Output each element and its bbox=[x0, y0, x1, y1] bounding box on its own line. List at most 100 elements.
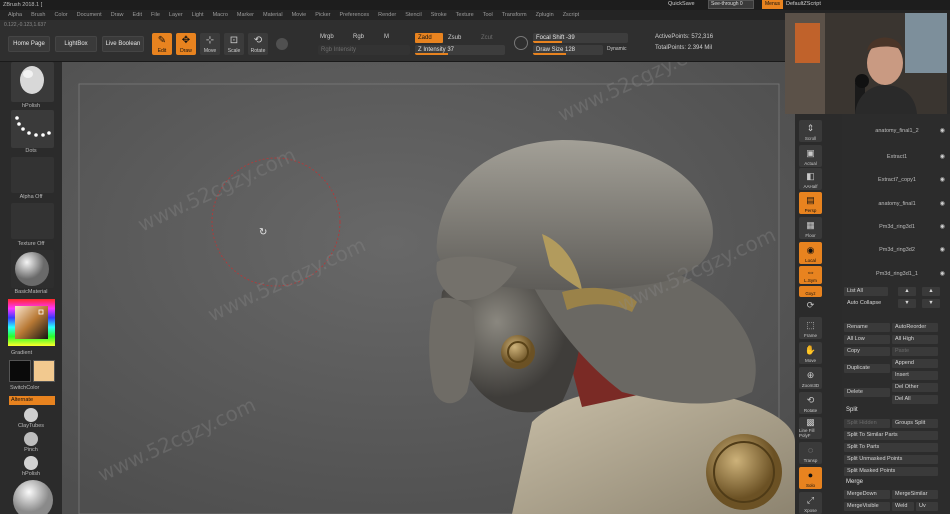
append-button[interactable]: Append bbox=[892, 359, 938, 368]
menu-texture[interactable]: Texture bbox=[456, 12, 474, 18]
material-thumbnail[interactable] bbox=[11, 250, 54, 288]
large-sphere-thumbnail[interactable] bbox=[13, 478, 53, 514]
xyz-axis-icon[interactable]: ⟳ bbox=[799, 300, 822, 312]
duplicate-button[interactable]: Duplicate bbox=[844, 364, 890, 373]
menu-render[interactable]: Render bbox=[378, 12, 396, 18]
paste-button[interactable]: Paste bbox=[892, 347, 938, 356]
merge-down-button[interactable]: MergeDown bbox=[844, 490, 890, 499]
frame-button[interactable]: ⬚ Frame bbox=[799, 317, 822, 339]
rotate-view-button[interactable]: ⟲ Rotate bbox=[799, 392, 822, 414]
scale-mode-button[interactable]: ⊡ Scale bbox=[224, 33, 244, 55]
m-button[interactable]: M bbox=[384, 34, 389, 40]
menu-document[interactable]: Document bbox=[77, 12, 102, 18]
stroke-thumbnail[interactable] bbox=[11, 110, 54, 148]
move-mode-button[interactable]: ⊹ Move bbox=[200, 33, 220, 55]
xyz-button[interactable]: Gxyz bbox=[799, 286, 822, 297]
rgb-button[interactable]: Rgb bbox=[353, 34, 364, 40]
del-other-button[interactable]: Del Other bbox=[892, 383, 938, 392]
mrgb-button[interactable]: Mrgb bbox=[320, 34, 334, 40]
eye-icon[interactable]: ◉ bbox=[940, 245, 945, 256]
eye-icon[interactable]: ◉ bbox=[940, 199, 945, 210]
floor-button[interactable]: ▦ Floor bbox=[799, 217, 822, 239]
alpha-thumbnail[interactable] bbox=[11, 157, 54, 193]
subtool-item[interactable]: Extract7_copy1 ◉ bbox=[848, 175, 946, 186]
copy-button[interactable]: Copy bbox=[844, 347, 890, 356]
brush-thumbnail[interactable] bbox=[11, 62, 54, 102]
subtool-item[interactable]: Pm3d_ring3d2 ◉ bbox=[848, 245, 946, 256]
texture-thumbnail[interactable] bbox=[11, 203, 54, 239]
eye-icon[interactable]: ◉ bbox=[940, 175, 945, 186]
draw-mode-button[interactable]: ✥ Draw bbox=[176, 33, 196, 55]
eye-icon[interactable]: ◉ bbox=[940, 269, 945, 280]
list-all-button[interactable]: List All bbox=[844, 287, 888, 296]
live-boolean-button[interactable]: Live Boolean bbox=[102, 36, 144, 52]
arrow-down-icon[interactable]: ▼ bbox=[898, 299, 916, 308]
lsym-button[interactable]: ⇔ L.Sym bbox=[799, 266, 822, 284]
alternate-button[interactable]: Alternate bbox=[9, 396, 55, 405]
main-color-swatch[interactable] bbox=[9, 360, 31, 382]
aahalf-button[interactable]: ◧ AAHalf bbox=[799, 168, 822, 190]
sphere-icon[interactable] bbox=[276, 38, 288, 50]
see-through-slider[interactable]: See-through 0 bbox=[708, 0, 754, 9]
auto-collapse-button[interactable]: Auto Collapse bbox=[844, 299, 888, 308]
menu-zscript[interactable]: Zscript bbox=[563, 12, 580, 18]
menu-material[interactable]: Material bbox=[263, 12, 283, 18]
split-unmasked-button[interactable]: Split Unmasked Points bbox=[844, 455, 938, 464]
split-masked-button[interactable]: Split Masked Points bbox=[844, 467, 938, 476]
menu-brush[interactable]: Brush bbox=[31, 12, 45, 18]
menu-stroke[interactable]: Stroke bbox=[431, 12, 447, 18]
menu-preferences[interactable]: Preferences bbox=[340, 12, 370, 18]
menu-macro[interactable]: Macro bbox=[213, 12, 228, 18]
split-hidden-button[interactable]: Split Hidden bbox=[844, 419, 890, 428]
pinch-brush-icon[interactable] bbox=[24, 432, 38, 446]
menu-marker[interactable]: Marker bbox=[237, 12, 254, 18]
edit-mode-button[interactable]: ✎ Edit bbox=[152, 33, 172, 55]
menu-file[interactable]: File bbox=[151, 12, 160, 18]
eye-icon[interactable]: ◉ bbox=[940, 222, 945, 233]
rotate-mode-button[interactable]: ⟲ Rotate bbox=[248, 33, 268, 55]
home-page-button[interactable]: Home Page bbox=[8, 36, 50, 52]
menu-layer[interactable]: Layer bbox=[169, 12, 183, 18]
dynamic-button[interactable]: Dynamic bbox=[607, 46, 626, 52]
split-parts-button[interactable]: Split To Parts bbox=[844, 443, 938, 452]
zadd-button[interactable]: Zadd bbox=[415, 33, 443, 43]
move-view-button[interactable]: ✋ Move bbox=[799, 342, 822, 364]
uv-button[interactable]: Uv bbox=[916, 502, 938, 511]
weld-button[interactable]: Weld bbox=[892, 502, 914, 511]
arrow-up-icon[interactable]: ▲ bbox=[898, 287, 916, 296]
secondary-color-swatch[interactable] bbox=[33, 360, 55, 382]
zcut-button[interactable]: Zcut bbox=[481, 35, 493, 41]
menu-picker[interactable]: Picker bbox=[315, 12, 330, 18]
subtool-item[interactable]: Pm3d_ring3d1_1 ◉ bbox=[848, 269, 946, 280]
quicksave-button[interactable]: QuickSave bbox=[668, 1, 695, 7]
claytubes-brush-icon[interactable] bbox=[24, 408, 38, 422]
color-picker[interactable] bbox=[8, 299, 55, 346]
subtool-item[interactable]: Extract1 ◉ bbox=[848, 152, 946, 163]
hpolish-brush-icon[interactable] bbox=[24, 456, 38, 470]
scroll-button[interactable]: ⇕ Scroll bbox=[799, 120, 822, 142]
menu-zplugin[interactable]: Zplugin bbox=[536, 12, 554, 18]
split-similar-button[interactable]: Split To Similar Parts bbox=[844, 431, 938, 440]
arrow-up-double-icon[interactable]: ▲ bbox=[922, 287, 940, 296]
delete-button[interactable]: Delete bbox=[844, 388, 890, 397]
subtool-item[interactable]: anatomy_final1_2 ◉ bbox=[848, 126, 946, 137]
menus-toggle[interactable]: Menus bbox=[762, 0, 784, 9]
menu-alpha[interactable]: Alpha bbox=[8, 12, 22, 18]
solo-button[interactable]: ● Solo bbox=[799, 467, 822, 489]
menu-movie[interactable]: Movie bbox=[292, 12, 307, 18]
subtool-item[interactable]: anatomy_final1 ◉ bbox=[848, 199, 946, 210]
rename-button[interactable]: Rename bbox=[844, 323, 890, 332]
actual-button[interactable]: ▣ Actual bbox=[799, 145, 822, 167]
groups-split-button[interactable]: Groups Split bbox=[892, 419, 938, 428]
split-header[interactable]: Split bbox=[846, 407, 858, 413]
auto-reorder-button[interactable]: AutoReorder bbox=[892, 323, 938, 332]
document-canvas[interactable]: ↻ www.52cgzy.com www.52cgzy.com www.52cg… bbox=[62, 62, 795, 514]
eye-icon[interactable]: ◉ bbox=[940, 152, 945, 163]
persp-button[interactable]: ▤ Persp bbox=[799, 192, 822, 214]
merge-visible-button[interactable]: MergeVisible bbox=[844, 502, 890, 511]
sculpt-viewport[interactable]: ↻ www.52cgzy.com www.52cgzy.com www.52cg… bbox=[62, 62, 795, 514]
menu-tool[interactable]: Tool bbox=[483, 12, 493, 18]
merge-header[interactable]: Merge bbox=[846, 479, 863, 485]
focal-shift-slider[interactable]: Focal Shift -39 bbox=[533, 33, 628, 43]
local-button[interactable]: ◉ Local bbox=[799, 242, 822, 264]
